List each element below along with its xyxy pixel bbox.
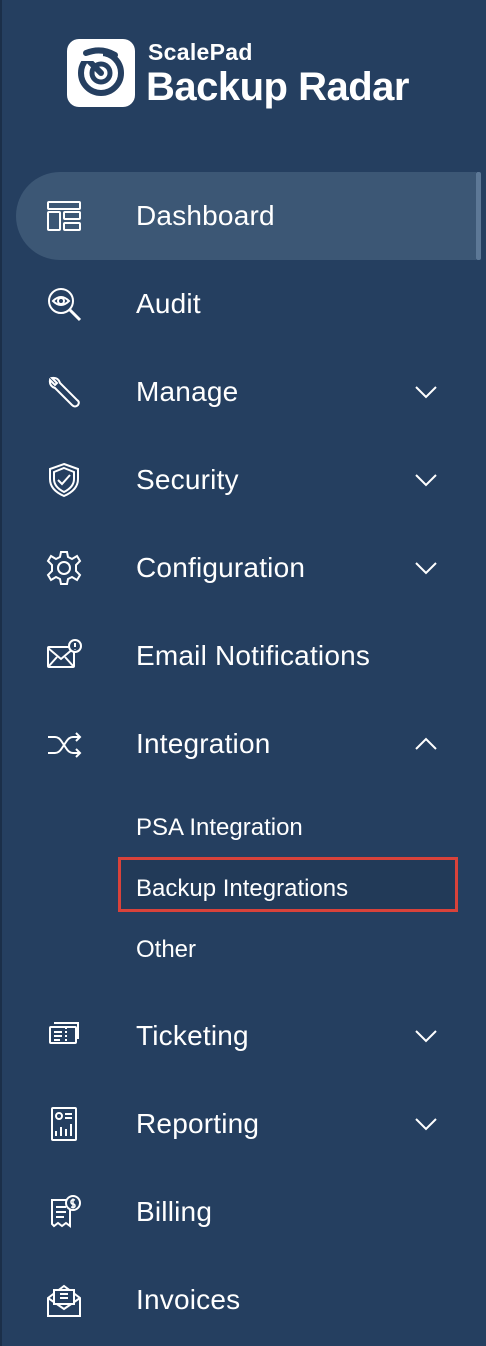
gear-icon <box>46 550 82 586</box>
subnav-item-psa-integration[interactable]: PSA Integration <box>136 814 303 842</box>
scrollbar[interactable] <box>476 172 481 260</box>
chevron-down-icon[interactable] <box>414 1028 438 1044</box>
chevron-up-icon[interactable] <box>414 736 438 752</box>
chevron-down-icon[interactable] <box>414 384 438 400</box>
dashboard-icon <box>46 198 82 234</box>
subnav-item-backup-integrations[interactable]: Backup Integrations <box>136 875 348 903</box>
sidebar-item-integration[interactable]: Integration <box>16 700 476 788</box>
sidebar-item-label: Security <box>136 464 239 495</box>
sidebar-item-configuration[interactable]: Configuration <box>16 524 476 612</box>
sidebar-item-label: Manage <box>136 376 239 407</box>
shuffle-icon <box>46 726 82 762</box>
sidebar-item-reporting[interactable]: Reporting <box>16 1080 476 1168</box>
subnav-item-other[interactable]: Other <box>136 936 196 964</box>
billing-icon <box>46 1194 82 1230</box>
chevron-down-icon[interactable] <box>414 560 438 576</box>
email-notification-icon <box>46 638 82 674</box>
sidebar-item-label: Billing <box>136 1196 213 1227</box>
chevron-down-icon[interactable] <box>414 1116 438 1132</box>
sidebar-edge <box>0 0 2 1346</box>
sidebar-item-billing[interactable]: Billing <box>16 1168 476 1256</box>
sidebar-item-ticketing[interactable]: Ticketing <box>16 992 476 1080</box>
shield-icon <box>46 462 82 498</box>
sidebar-item-label: Dashboard <box>136 200 275 231</box>
sidebar-item-label: Email Notifications <box>136 640 371 671</box>
brand-logo[interactable]: ScalePad Backup Radar <box>67 39 427 111</box>
sidebar-item-manage[interactable]: Manage <box>16 348 476 436</box>
brand-product: Backup Radar <box>146 65 409 109</box>
brand-company: ScalePad <box>148 39 253 65</box>
sidebar-item-dashboard[interactable]: Dashboard <box>16 172 476 260</box>
sidebar-item-label: Configuration <box>136 552 306 583</box>
invoice-icon <box>46 1282 82 1318</box>
sidebar-item-audit[interactable]: Audit <box>16 260 476 348</box>
sidebar-item-label: Reporting <box>136 1108 260 1139</box>
report-icon <box>46 1106 82 1142</box>
sidebar-item-label: Ticketing <box>136 1020 249 1051</box>
sidebar-item-email-notifications[interactable]: Email Notifications <box>16 612 476 700</box>
sidebar-item-invoices[interactable]: Invoices <box>16 1256 476 1344</box>
sidebar-item-security[interactable]: Security <box>16 436 476 524</box>
sidebar-item-label: Integration <box>136 728 271 759</box>
chevron-down-icon[interactable] <box>414 472 438 488</box>
audit-icon <box>46 286 82 322</box>
wrench-icon <box>46 374 82 410</box>
radar-logo-icon <box>67 39 135 107</box>
sidebar-item-label: Invoices <box>136 1284 241 1315</box>
sidebar-item-label: Audit <box>136 288 201 319</box>
ticket-icon <box>46 1018 82 1054</box>
